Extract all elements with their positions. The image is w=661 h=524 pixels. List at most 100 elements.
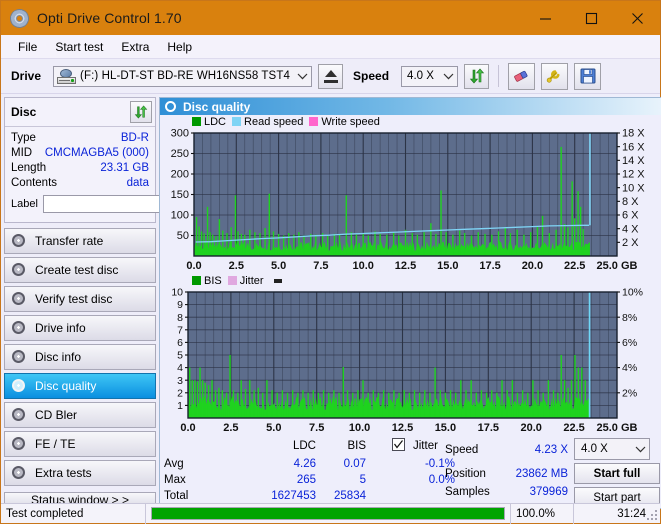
svg-text:3: 3 bbox=[177, 375, 183, 387]
legend-read-speed-label: Read speed bbox=[244, 116, 304, 128]
stats-bis-avg: 0.07 bbox=[343, 458, 366, 470]
panel-title: Disc quality bbox=[183, 99, 251, 114]
svg-text:2%: 2% bbox=[622, 387, 637, 399]
legend-marker-icon bbox=[273, 279, 282, 283]
tools-button[interactable] bbox=[541, 62, 569, 90]
sidebar-item-label: Verify test disc bbox=[35, 292, 113, 306]
sidebar-item-label: Drive info bbox=[35, 321, 86, 335]
svg-text:10.0: 10.0 bbox=[352, 260, 373, 272]
svg-text:8%: 8% bbox=[622, 312, 637, 324]
disc-row-length: Length 23.31 GB bbox=[11, 160, 149, 175]
menu-extra[interactable]: Extra bbox=[112, 37, 158, 57]
svg-text:2.5: 2.5 bbox=[223, 422, 238, 434]
stats-col-ldc: LDC bbox=[292, 440, 316, 452]
eject-icon bbox=[323, 69, 338, 83]
svg-text:12 X: 12 X bbox=[622, 169, 645, 181]
window-title: Opti Drive Control 1.70 bbox=[37, 10, 182, 26]
menu-file[interactable]: File bbox=[9, 37, 46, 57]
disc-row-type: Type BD-R bbox=[11, 130, 149, 145]
svg-text:17.5: 17.5 bbox=[479, 260, 500, 272]
svg-text:10.0: 10.0 bbox=[349, 422, 370, 434]
resize-grip-icon[interactable] bbox=[647, 510, 658, 521]
svg-text:4: 4 bbox=[177, 362, 183, 374]
legend-ldc-label: LDC bbox=[204, 116, 227, 128]
svg-text:50: 50 bbox=[177, 230, 189, 242]
sidebar-item-disc-quality[interactable]: Disc quality bbox=[4, 373, 156, 399]
eject-button[interactable] bbox=[318, 63, 344, 89]
toolbar: Drive (F:) HL-DT-ST BD-RE WH16NS58 TST4 … bbox=[1, 59, 660, 94]
jitter-label: Jitter bbox=[413, 440, 438, 452]
start-full-button[interactable]: Start full bbox=[574, 463, 660, 484]
save-button[interactable] bbox=[574, 62, 602, 90]
window-controls bbox=[522, 1, 660, 35]
sidebar-item-fe-te[interactable]: FE / TE bbox=[4, 431, 156, 457]
minimize-icon[interactable] bbox=[522, 1, 568, 35]
speed-select[interactable]: 4.0 X bbox=[401, 65, 459, 87]
floppy-save-icon bbox=[580, 68, 596, 84]
sidebar-item-transfer-rate[interactable]: Transfer rate bbox=[4, 228, 156, 254]
ldc-chart-legend: LDC Read speed Write speed bbox=[160, 115, 661, 129]
sidebar-item-label: Disc info bbox=[35, 350, 82, 364]
progress-percent: 100.0% bbox=[511, 503, 574, 524]
ldc-chart[interactable]: 50 100 150 200 250 300 2 X 4 X6 X 8 X 10 X12 X 14 … bbox=[160, 129, 656, 274]
panel-header: Disc quality bbox=[160, 98, 661, 115]
drive-icon bbox=[57, 68, 77, 84]
svg-text:300: 300 bbox=[171, 129, 189, 140]
refresh-button[interactable] bbox=[464, 63, 490, 89]
sidebar-item-extra-tests[interactable]: Extra tests bbox=[4, 460, 156, 486]
svg-text:2 X: 2 X bbox=[622, 237, 639, 249]
speed-label: Speed bbox=[353, 69, 390, 83]
disc-row-mid-value: CMCMAGBA5 (000) bbox=[44, 146, 149, 159]
disc-info-title: Disc bbox=[11, 105, 37, 119]
legend-write-speed-label: Write speed bbox=[321, 116, 380, 128]
svg-text:6 X: 6 X bbox=[622, 210, 639, 222]
chevron-down-icon bbox=[632, 440, 649, 459]
close-icon[interactable] bbox=[614, 1, 660, 35]
sidebar-item-disc-info[interactable]: Disc info bbox=[4, 344, 156, 370]
svg-text:2: 2 bbox=[177, 387, 183, 399]
sidebar-item-drive-info[interactable]: Drive info bbox=[4, 315, 156, 341]
jitter-checkbox[interactable] bbox=[392, 438, 405, 453]
stats-jitter-max: 0.0% bbox=[428, 474, 455, 486]
test-speed-select[interactable]: 4.0 X bbox=[574, 438, 650, 460]
sidebar-item-verify-test-disc[interactable]: Verify test disc bbox=[4, 286, 156, 312]
bis-chart[interactable]: 12345678910 2% 4% 6% 8% 10% 0.0 2.5 5.0 7.5 10.0 12… bbox=[160, 288, 656, 436]
stats-ldc-max: 265 bbox=[296, 474, 316, 486]
disc-info-box: Disc Type BD-R MID CMCMAGBA5 (000) Lengt… bbox=[4, 97, 247, 223]
svg-text:6%: 6% bbox=[622, 337, 637, 349]
status-message: Test completed bbox=[1, 503, 146, 524]
stats-bis-max: 5 bbox=[359, 474, 366, 486]
erase-button[interactable] bbox=[508, 62, 536, 90]
jitter-checkbox-box bbox=[392, 438, 405, 451]
sidebar-item-label: Create test disc bbox=[35, 263, 119, 277]
drive-select[interactable]: (F:) HL-DT-ST BD-RE WH16NS58 TST4 bbox=[53, 65, 313, 87]
menu-help[interactable]: Help bbox=[158, 37, 201, 57]
disc-test-icon bbox=[12, 320, 27, 336]
legend-bis-label: BIS bbox=[204, 275, 222, 287]
legend-jitter: Jitter bbox=[227, 275, 264, 287]
svg-text:5: 5 bbox=[177, 350, 183, 362]
drive-label: Drive bbox=[11, 69, 42, 83]
refresh-icon bbox=[469, 68, 484, 84]
disc-row-contents-value: data bbox=[126, 176, 149, 189]
svg-text:25.0 GB: 25.0 GB bbox=[597, 422, 638, 434]
content-area: Disc quality LDC Read speed Write speed … bbox=[159, 94, 661, 509]
stats-row-max: Max bbox=[164, 474, 186, 486]
test-speed-select-value: 4.0 X bbox=[581, 443, 608, 455]
stats-actions: 4.0 X Start full Start part bbox=[574, 438, 661, 508]
maximize-icon[interactable] bbox=[568, 1, 614, 35]
svg-text:7.5: 7.5 bbox=[309, 422, 324, 434]
menu-start-test[interactable]: Start test bbox=[46, 37, 112, 57]
app-disc-icon bbox=[8, 7, 31, 30]
sidebar-item-create-test-disc[interactable]: Create test disc bbox=[4, 257, 156, 283]
menu-bar: File Start test Extra Help bbox=[1, 35, 660, 59]
svg-text:15.0: 15.0 bbox=[437, 260, 458, 272]
eraser-icon bbox=[514, 70, 528, 82]
sidebar-item-cd-bler[interactable]: CD Bler bbox=[4, 402, 156, 428]
svg-text:7: 7 bbox=[177, 324, 183, 336]
disc-refresh-button[interactable] bbox=[130, 101, 152, 123]
legend-write-speed: Write speed bbox=[309, 116, 380, 128]
status-bar: Test completed 100.0% 31:24 bbox=[1, 503, 660, 524]
disc-test-icon bbox=[12, 291, 27, 307]
disc-row-type-value: BD-R bbox=[120, 131, 149, 144]
